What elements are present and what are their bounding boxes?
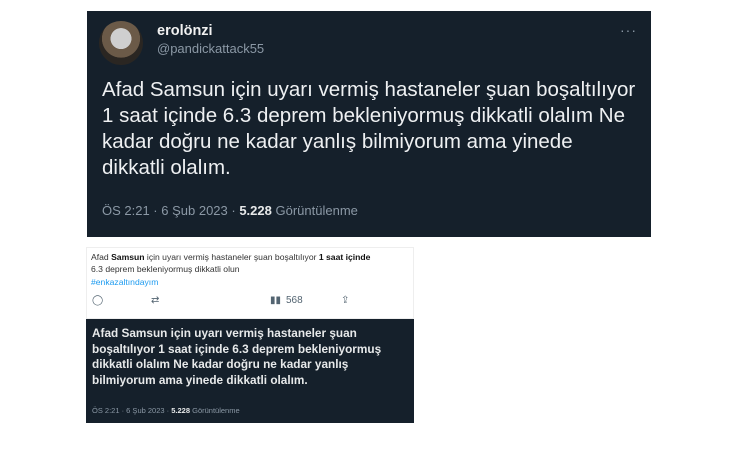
dark-tweet-meta: ÖS 2:21 · 6 Şub 2023 · 5.228 Görüntülenm…: [92, 406, 240, 415]
tweet-card: erolönzi @pandickattack55 ··· Afad Samsu…: [87, 11, 651, 237]
dark-view-count: 5.228: [171, 406, 191, 415]
tweet-actions: ◯ ⇄ ▮▮ 568 ⇪: [87, 295, 415, 311]
light-tweet-text: Afad Samsun için uyarı vermiş hastaneler…: [91, 252, 371, 274]
reply-icon[interactable]: ◯: [92, 295, 103, 306]
dark-tweet: Afad Samsun için uyarı vermiş hastaneler…: [86, 319, 414, 423]
tweet-text: Afad Samsun için uyarı vermiş hastaneler…: [102, 78, 636, 179]
avatar[interactable]: [99, 21, 143, 65]
share-icon[interactable]: ⇪: [341, 295, 349, 306]
views-label: Görüntülenme: [275, 203, 358, 218]
tweet-meta: ÖS 2:21 · 6 Şub 2023 · 5.228 Görüntülenm…: [102, 203, 358, 218]
ellipsis-icon[interactable]: ···: [620, 23, 637, 37]
tweet-timestamp[interactable]: ÖS 2:21 · 6 Şub 2023 ·: [102, 203, 236, 218]
stats-icon[interactable]: ▮▮: [270, 295, 281, 306]
composite-screenshot: Afad Samsun için uyarı vermiş hastaneler…: [86, 247, 414, 423]
retweet-icon[interactable]: ⇄: [151, 295, 159, 306]
user-handle[interactable]: @pandickattack55: [157, 41, 264, 56]
view-count: 5.228: [239, 203, 272, 218]
display-name[interactable]: erolönzi: [157, 23, 213, 39]
hashtag-link[interactable]: #enkazaltındayım: [91, 277, 158, 287]
dark-timestamp[interactable]: ÖS 2:21 · 6 Şub 2023 ·: [92, 406, 169, 415]
dark-views-label: Görüntülenme: [192, 406, 240, 415]
stats-count: 568: [286, 295, 303, 306]
light-tweet: Afad Samsun için uyarı vermiş hastaneler…: [86, 247, 414, 319]
dark-tweet-text: Afad Samsun için uyarı vermiş hastaneler…: [92, 326, 382, 387]
